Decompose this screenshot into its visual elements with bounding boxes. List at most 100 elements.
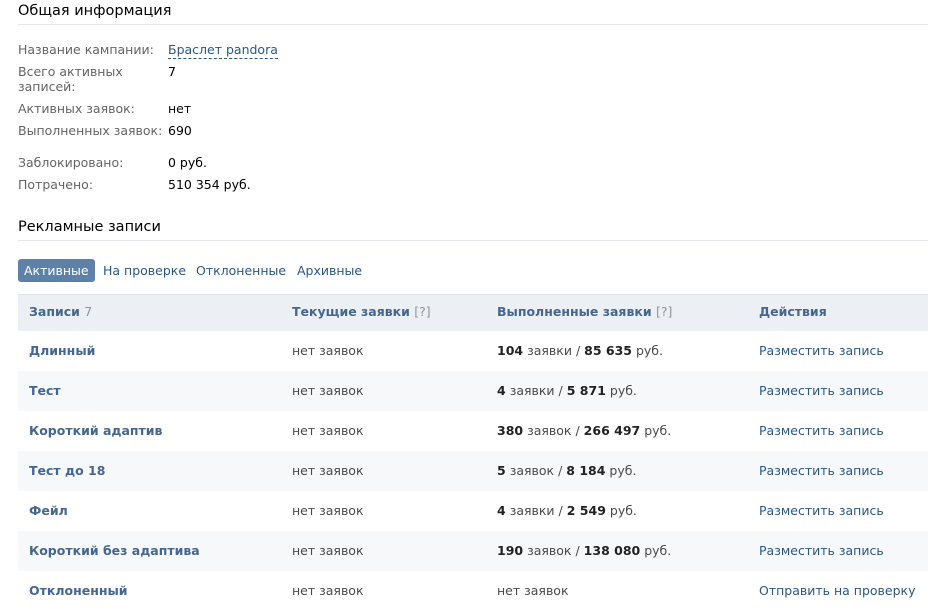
completed-count-unit: заявки — [527, 343, 572, 358]
completed-requests-cell: 4 заявки / 2 549 руб. — [497, 491, 637, 531]
completed-count: 104 — [497, 343, 524, 358]
current-requests-cell: нет заявок — [292, 543, 364, 558]
current-requests-header-label: Текущие заявки — [292, 304, 410, 319]
completed-separator: / — [558, 383, 563, 398]
total-active-posts-label: Всего активных записей: — [18, 64, 123, 94]
completed-count-unit: заявок — [509, 463, 555, 478]
place-post-link[interactable]: Разместить запись — [759, 491, 884, 531]
completed-sum: 266 497 — [583, 423, 641, 438]
table-row: Тест до 18 нет заявок 5 заявок / 8 184 р… — [18, 451, 928, 491]
tab-active[interactable]: Активные — [18, 259, 95, 282]
current-requests-cell: нет заявок — [292, 463, 364, 478]
info-row-spent: Потрачено: 510 354 руб. — [18, 177, 418, 211]
table-row: Тест нет заявок 4 заявки / 5 871 руб. Ра… — [18, 371, 928, 411]
ad-posts-title: Рекламные записи — [18, 219, 161, 235]
general-info-title: Общая информация — [18, 3, 172, 19]
place-post-link[interactable]: Разместить запись — [759, 451, 884, 491]
completed-requests-cell: 380 заявок / 266 497 руб. — [497, 411, 671, 451]
completed-requests-cell: 4 заявки / 5 871 руб. — [497, 371, 637, 411]
general-info-divider — [18, 24, 928, 25]
info-row-completed-requests: Выполненных заявок: 690 — [18, 123, 418, 157]
completed-sum: 138 080 — [583, 543, 641, 558]
spent-label: Потрачено: — [18, 177, 94, 192]
completed-count-unit: заявки — [509, 383, 555, 398]
completed-separator: / — [575, 543, 580, 558]
column-header-completed-requests: Выполненные заявки [?] — [497, 295, 672, 331]
completed-sum-unit: руб. — [609, 463, 637, 478]
completed-count: 190 — [497, 543, 524, 558]
post-name-link[interactable]: Тест до 18 — [29, 451, 105, 491]
current-requests-cell: нет заявок — [292, 383, 364, 398]
completed-sum: 85 635 — [584, 343, 632, 358]
table-header: Записи 7 Текущие заявки [?] Выполненные … — [18, 294, 928, 331]
current-requests-cell: нет заявок — [292, 343, 364, 358]
completed-count-unit: заявок — [527, 543, 572, 558]
completed-requests-cell: 104 заявки / 85 635 руб. — [497, 331, 663, 371]
completed-requests-header-label: Выполненные заявки — [497, 304, 652, 319]
completed-separator: / — [575, 343, 581, 358]
post-name-link[interactable]: Длинный — [29, 331, 95, 371]
completed-requests-cell: нет заявок — [497, 583, 569, 598]
place-post-link[interactable]: Разместить запись — [759, 531, 884, 571]
completed-sum: 5 871 — [566, 383, 606, 398]
current-requests-cell: нет заявок — [292, 583, 364, 598]
table-row: Фейл нет заявок 4 заявки / 2 549 руб. Ра… — [18, 491, 928, 531]
posts-count-badge: 7 — [84, 304, 93, 319]
completed-count-unit: заявок — [527, 423, 572, 438]
table-row: Отклоненный нет заявок нет заявок Отправ… — [18, 571, 928, 611]
completed-requests-label: Выполненных заявок: — [18, 123, 163, 138]
completed-sum-unit: руб. — [609, 503, 637, 518]
completed-count: 4 — [497, 503, 506, 518]
send-for-review-link[interactable]: Отправить на проверку — [759, 571, 916, 611]
column-header-current-requests: Текущие заявки [?] — [292, 295, 431, 331]
column-header-actions: Действия — [759, 304, 827, 319]
completed-requests-cell: 5 заявок / 8 184 руб. — [497, 451, 636, 491]
tab-on-review[interactable]: На проверке — [103, 259, 186, 282]
post-name-link[interactable]: Короткий без адаптива — [29, 531, 200, 571]
completed-separator: / — [575, 423, 580, 438]
total-active-posts-value: 7 — [168, 64, 176, 79]
posts-header-label: Записи — [29, 304, 80, 319]
post-name-link[interactable]: Отклоненный — [29, 571, 128, 611]
completed-sum: 2 549 — [566, 503, 606, 518]
completed-count: 4 — [497, 383, 506, 398]
completed-count: 5 — [497, 463, 506, 478]
table-row: Короткий без адаптива нет заявок 190 зая… — [18, 531, 928, 571]
current-requests-help-icon[interactable]: [?] — [414, 304, 430, 319]
campaign-name-link[interactable]: Браслет pandora — [168, 42, 278, 59]
completed-count-unit: заявки — [509, 503, 555, 518]
ad-posts-divider — [18, 240, 928, 241]
ad-posts-table: Записи 7 Текущие заявки [?] Выполненные … — [18, 294, 928, 611]
tab-archived[interactable]: Архивные — [297, 259, 362, 282]
spent-value: 510 354 руб. — [168, 177, 251, 192]
blocked-label: Заблокировано: — [18, 155, 124, 170]
completed-count: 380 — [497, 423, 524, 438]
completed-sum-unit: руб. — [609, 383, 637, 398]
tab-rejected[interactable]: Отклоненные — [196, 259, 286, 282]
current-requests-cell: нет заявок — [292, 503, 364, 518]
info-row-total-active-posts: Всего активных записей: 7 — [18, 64, 418, 98]
column-header-posts: Записи 7 — [29, 295, 92, 331]
active-requests-label: Активных заявок: — [18, 101, 135, 116]
completed-sum-unit: руб. — [644, 543, 672, 558]
completed-separator: / — [558, 503, 563, 518]
completed-requests-cell: 190 заявок / 138 080 руб. — [497, 531, 671, 571]
completed-requests-value: 690 — [168, 123, 192, 138]
post-name-link[interactable]: Короткий адаптив — [29, 411, 162, 451]
place-post-link[interactable]: Разместить запись — [759, 371, 884, 411]
completed-sum-unit: руб. — [644, 423, 672, 438]
current-requests-cell: нет заявок — [292, 423, 364, 438]
completed-requests-help-icon[interactable]: [?] — [656, 304, 672, 319]
post-name-link[interactable]: Тест — [29, 371, 61, 411]
active-requests-value: нет — [168, 101, 192, 116]
place-post-link[interactable]: Разместить запись — [759, 411, 884, 451]
completed-separator: / — [558, 463, 563, 478]
completed-sum-unit: руб. — [635, 343, 663, 358]
completed-sum: 8 184 — [566, 463, 606, 478]
table-row: Длинный нет заявок 104 заявки / 85 635 р… — [18, 331, 928, 371]
table-row: Короткий адаптив нет заявок 380 заявок /… — [18, 411, 928, 451]
campaign-name-label: Название кампании: — [18, 42, 154, 57]
post-name-link[interactable]: Фейл — [29, 491, 68, 531]
blocked-value: 0 руб. — [168, 155, 207, 170]
place-post-link[interactable]: Разместить запись — [759, 331, 884, 371]
